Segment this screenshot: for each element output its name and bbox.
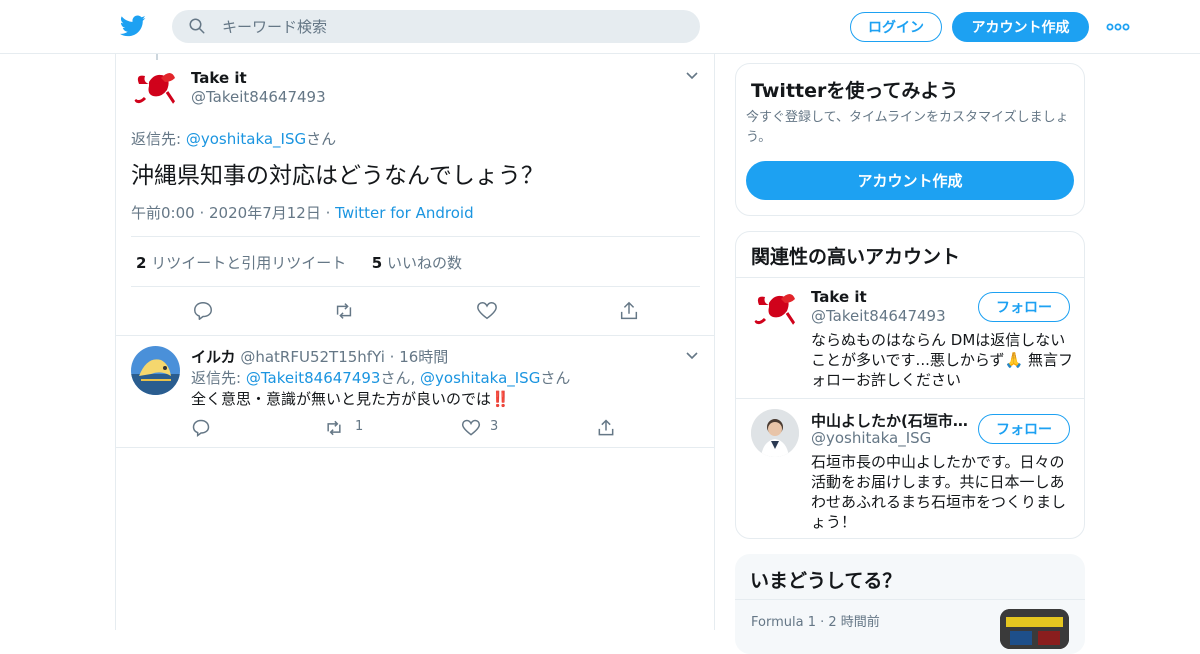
signup-button[interactable]: アカウント作成	[952, 12, 1089, 42]
tweet-stats: 2 リツイートと引用リツイート 5 いいねの数	[136, 252, 462, 273]
search-icon	[189, 18, 205, 34]
meta-separator: ·	[325, 204, 336, 222]
trend-category: Formula 1	[751, 615, 816, 630]
trend-item-meta[interactable]: Formula 1 · 2 時間前	[751, 611, 880, 630]
follow-button[interactable]: フォロー	[978, 414, 1070, 444]
double-exclamation-icon: ‼️	[491, 390, 510, 408]
retweet-icon[interactable]	[333, 300, 355, 322]
signup-card: Twitterを使ってみよう 今すぐ登録して、タイムラインをカスタマイズしましょ…	[735, 63, 1085, 216]
related-account-handle[interactable]: @yoshitaka_ISG	[811, 429, 931, 447]
reply-age[interactable]: 16時間	[399, 348, 448, 366]
tweet-date[interactable]: 2020年7月12日	[209, 204, 321, 222]
signup-card-description: 今すぐ登録して、タイムラインをカスタマイズしましょう。	[746, 110, 1069, 145]
like-heart-icon[interactable]	[461, 418, 481, 438]
reply-to-handle-link[interactable]: @Takeit84647493	[246, 369, 381, 387]
reply-text: 全く意思・意識が無いと見た方が良いのでは‼️	[191, 388, 510, 409]
reply-to-handle-link[interactable]: @yoshitaka_ISG	[420, 369, 540, 387]
like-stat[interactable]: 5 いいねの数	[372, 254, 462, 272]
top-bar: ログイン アカウント作成	[0, 0, 1200, 54]
related-account-name[interactable]: Take it	[811, 288, 867, 306]
login-button[interactable]: ログイン	[850, 12, 942, 42]
share-icon[interactable]	[596, 418, 616, 438]
related-account-handle[interactable]: @Takeit84647493	[811, 307, 946, 325]
reply-to-prefix: 返信先:	[191, 369, 246, 387]
trend-age: 2 時間前	[828, 615, 880, 630]
avatar[interactable]	[131, 64, 179, 112]
reply-to-line: 返信先: @yoshitaka_ISGさん	[131, 128, 336, 149]
reply-to-suffix: さん	[540, 369, 571, 387]
divider	[131, 236, 700, 237]
retweet-stat-label: リツイートと引用リツイート	[151, 254, 347, 272]
tweet-text: 沖縄県知事の対応はどうなんでしょう？	[131, 163, 544, 189]
like-heart-icon[interactable]	[476, 300, 498, 322]
reply-header: イルカ @hatRFU52T15hfYi · 16時間	[191, 346, 448, 367]
signup-card-title: Twitterを使ってみよう	[751, 80, 959, 102]
trends-title: いまどうしてる？	[750, 570, 902, 592]
chevron-down-icon[interactable]	[684, 68, 700, 84]
timeline-column: Take it @Takeit84647493 返信先: @yoshitaka_…	[115, 54, 715, 630]
reply-to-line: 返信先: @Takeit84647493さん, @yoshitaka_ISGさん	[191, 367, 570, 388]
twitter-logo-icon[interactable]	[120, 13, 146, 39]
share-icon[interactable]	[618, 300, 640, 322]
signup-card-button[interactable]: アカウント作成	[746, 161, 1074, 200]
avatar[interactable]	[751, 285, 799, 333]
tweet-time[interactable]: 午前0:00	[131, 204, 195, 222]
related-account-bio: 石垣市長の中山よしたかです。日々の活動をお届けします。共に日本一しあわせあふれる…	[811, 453, 1067, 531]
avatar[interactable]	[131, 346, 180, 395]
like-stat-label: いいねの数	[387, 254, 463, 272]
tweet-author-name[interactable]: Take it	[191, 69, 247, 87]
divider	[736, 398, 1084, 399]
avatar[interactable]	[751, 409, 799, 457]
person-avatar-icon	[751, 409, 799, 457]
reply-author-handle[interactable]: @hatRFU52T15hfYi	[240, 348, 385, 366]
tweet-source-link[interactable]: Twitter for Android	[335, 204, 473, 222]
trend-thumbnail[interactable]	[1000, 609, 1069, 649]
meta-separator: ·	[199, 204, 210, 222]
chevron-down-icon[interactable]	[684, 348, 700, 364]
tweet-author-handle[interactable]: @Takeit84647493	[191, 88, 326, 106]
meta-separator: ·	[389, 348, 395, 366]
like-count: 3	[490, 419, 499, 434]
retweet-icon[interactable]	[324, 418, 344, 438]
divider	[116, 335, 714, 336]
related-accounts-title: 関連性の高いアカウント	[751, 246, 961, 268]
reply-to-suffix: さん	[306, 130, 337, 148]
reply-icon[interactable]	[192, 300, 214, 322]
divider	[735, 599, 1085, 600]
thread-connector	[156, 54, 158, 60]
reply-text-content: 全く意思・意識が無いと見た方が良いのでは	[191, 390, 492, 408]
retweet-stat[interactable]: 2 リツイートと引用リツイート	[136, 254, 346, 272]
related-accounts-card: 関連性の高いアカウント Take it @Takeit84647493 フォロー…	[735, 231, 1085, 539]
divider	[131, 286, 700, 287]
reply-to-prefix: 返信先:	[131, 130, 186, 148]
cupid-avatar-icon	[753, 294, 797, 326]
divider	[116, 447, 714, 448]
trends-card: いまどうしてる？ Formula 1 · 2 時間前	[735, 554, 1085, 654]
dolphin-avatar-icon	[131, 346, 180, 395]
cupid-avatar-icon	[133, 73, 177, 105]
like-count: 5	[371, 254, 383, 272]
retweet-count: 2	[136, 254, 147, 272]
related-account-bio: ならぬものはならん DMは返信しないことが多いです...悪しからず🙏 無言フォロ…	[811, 331, 1074, 389]
reply-to-handle-link[interactable]: @yoshitaka_ISG	[186, 130, 306, 148]
search-input[interactable]	[222, 10, 682, 43]
divider	[736, 277, 1084, 278]
follow-button[interactable]: フォロー	[978, 292, 1070, 322]
related-account-name[interactable]: 中山よしたか(石垣市…	[811, 410, 968, 431]
reply-author-name[interactable]: イルカ	[191, 348, 236, 366]
trend-image-icon	[1000, 609, 1069, 649]
retweet-count: 1	[355, 419, 364, 434]
tweet-meta: 午前0:00 · 2020年7月12日 · Twitter for Androi…	[131, 202, 474, 223]
more-options-icon[interactable]	[1106, 20, 1130, 34]
reply-icon[interactable]	[191, 418, 211, 438]
reply-to-mid: さん,	[380, 369, 421, 387]
